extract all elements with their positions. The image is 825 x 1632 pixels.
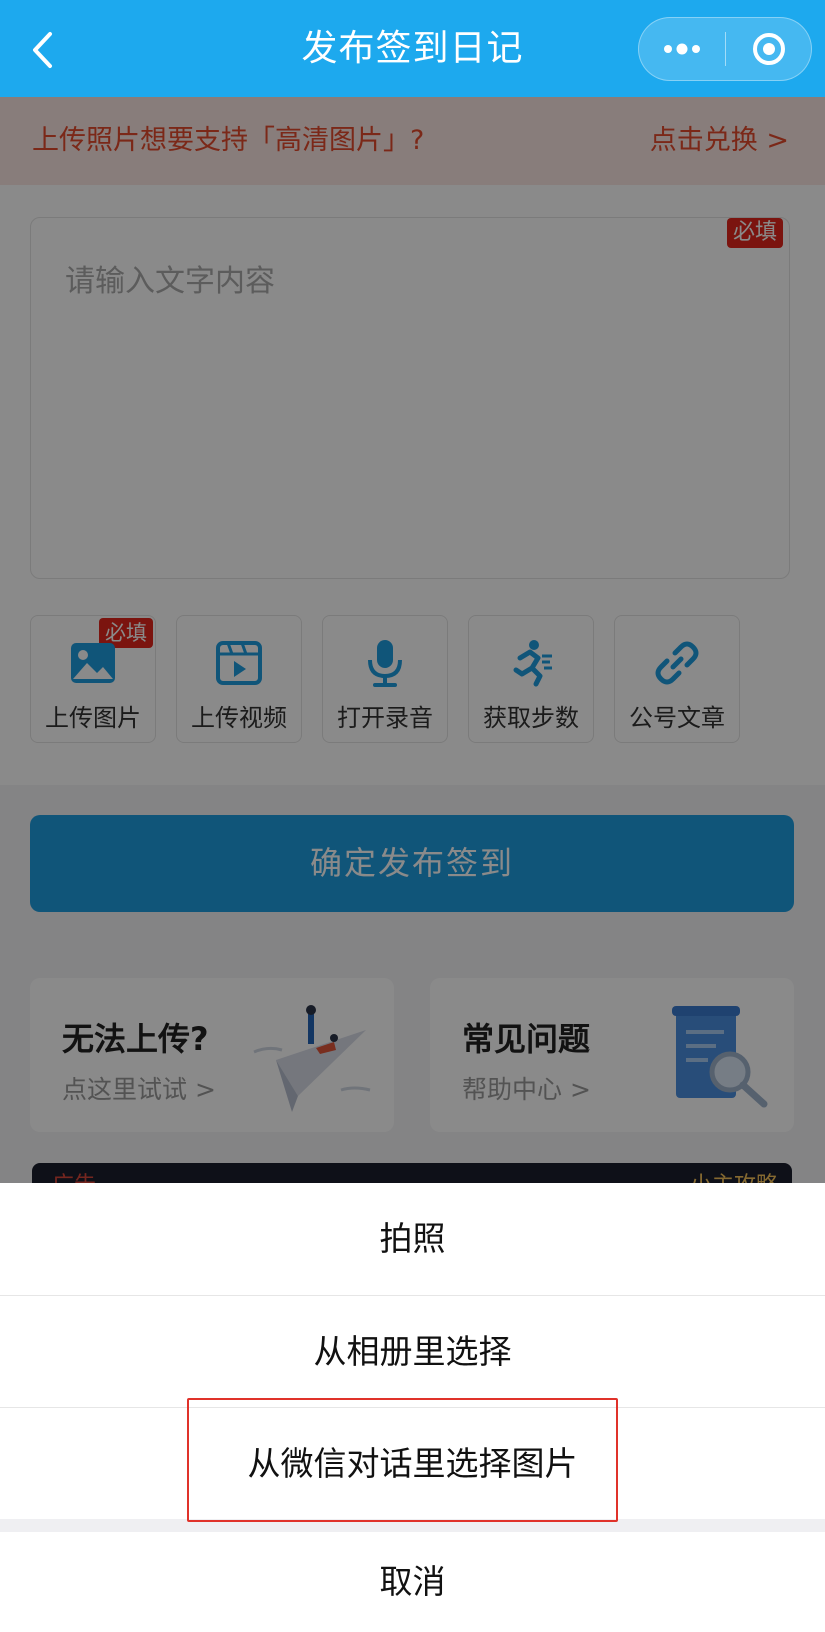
target-circle-icon [753, 33, 785, 65]
close-miniprogram-button[interactable] [727, 18, 811, 80]
take-photo-option[interactable]: 拍照 [0, 1183, 825, 1295]
more-dots-icon [664, 43, 700, 55]
action-sheet: 拍照 从相册里选择 从微信对话里选择图片 取消 [0, 1183, 825, 1632]
nav-header: 发布签到日记 [0, 0, 825, 97]
choose-from-wechat-chat-option[interactable]: 从微信对话里选择图片 [0, 1408, 825, 1519]
choose-from-album-option[interactable]: 从相册里选择 [0, 1296, 825, 1408]
capsule-divider [725, 32, 726, 66]
more-button[interactable] [639, 18, 725, 80]
cancel-button[interactable]: 取消 [0, 1532, 825, 1632]
modal-mask[interactable] [0, 97, 825, 1185]
sheet-gap [0, 1519, 825, 1532]
mini-program-capsule [638, 17, 812, 81]
